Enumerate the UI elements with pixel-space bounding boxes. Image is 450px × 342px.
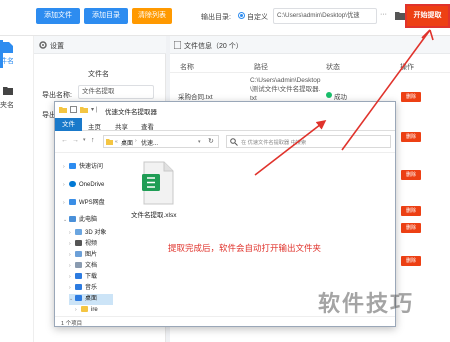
explorer-sidebar: › 快速访问 › OneDrive › WPS网盘 ⌄ 此电脑 › 3D 对象 › 视频 ›… [55, 153, 113, 316]
download-icon [75, 273, 82, 280]
address-dropdown-icon[interactable]: ▾ [198, 139, 201, 145]
custom-label: 自定义 [247, 14, 268, 21]
explorer-title: 优速文件名提取器 [105, 109, 157, 116]
delete-button[interactable]: 删除 [401, 223, 421, 233]
music-icon [75, 284, 82, 291]
crumb-separator: › [135, 138, 137, 144]
sidebar-item-music[interactable]: › 音乐 [69, 283, 97, 294]
export-name-label: 导出名称: [42, 92, 72, 99]
row-status: 成功 [334, 94, 347, 101]
sidebar-item-downloads[interactable]: › 下载 [69, 272, 97, 283]
watermark: 软件技巧 [318, 291, 415, 316]
crumb-desktop[interactable]: 桌面 [121, 138, 133, 147]
checkbox-icon [70, 106, 77, 113]
refresh-icon[interactable]: ↻ [208, 137, 214, 145]
success-icon [326, 92, 332, 98]
settings-title: 设置 [50, 43, 64, 50]
nav-item-file[interactable]: 件名 [0, 56, 14, 66]
tab-view[interactable]: 查看 [141, 121, 154, 131]
clear-list-button[interactable]: 清除列表 [132, 8, 172, 24]
top-toolbar: 添加文件 添加目录 清除列表 输出目录: 自定义 C:\Users\admin\… [0, 0, 450, 36]
tab-home[interactable]: 主页 [88, 121, 101, 131]
computer-icon [69, 216, 76, 223]
row-name: 采购合同.txt [178, 94, 213, 101]
item-count: 1 个项目 [61, 321, 83, 327]
tab-file[interactable]: 文件 [55, 118, 82, 131]
document-icon [75, 262, 82, 269]
column-header-actions: 操作 [400, 64, 414, 71]
file-name-label[interactable]: 文件名提取.xlsx [131, 209, 177, 219]
search-placeholder: 在 优速文件名提取器 中搜索 [241, 140, 307, 146]
folder-small-icon [80, 106, 88, 113]
explorer-titlebar: ▾ | 优速文件名提取器 [55, 102, 395, 118]
sidebar-item-ire[interactable]: › ire [75, 305, 98, 316]
column-header-name: 名称 [180, 64, 194, 71]
cloud-drive-icon [69, 199, 76, 206]
cube-icon [75, 229, 82, 236]
annotation-text: 提取完成后，软件会自动打开输出文件夹 [168, 243, 322, 253]
delete-button[interactable]: 删除 [401, 206, 421, 216]
cloud-icon [69, 181, 76, 188]
filename-section-title: 文件名 [88, 71, 109, 78]
up-arrow-icon[interactable]: ↑ [91, 137, 95, 144]
output-path-input[interactable]: C:\Users\admin\Desktop\优速 [273, 8, 377, 24]
column-header-path: 路径 [254, 64, 268, 71]
file-list-header: 文件信息（20 个） [170, 36, 450, 54]
delete-button[interactable]: 删除 [401, 132, 421, 142]
sidebar-item-video[interactable]: › 视频 [69, 239, 97, 250]
start-extract-button[interactable]: 开始提取 [405, 4, 450, 28]
add-dir-button[interactable]: 添加目录 [84, 8, 128, 24]
delete-button[interactable]: 删除 [401, 170, 421, 180]
ribbon-tabs: 文件 主页 共享 查看 [55, 118, 395, 131]
nav-item-folder[interactable]: 夹名 [0, 100, 14, 110]
forward-arrow-icon[interactable]: → [72, 137, 79, 144]
doc-icon [174, 41, 181, 49]
sidebar-item-desktop[interactable]: ⌄ 桌面 [69, 294, 113, 305]
folder-nav-icon [3, 86, 13, 95]
tab-share[interactable]: 共享 [115, 121, 128, 131]
sidebar-item-3d[interactable]: › 3D 对象 [69, 228, 106, 239]
sidebar-item-pictures[interactable]: › 图片 [69, 250, 97, 261]
delete-button[interactable]: 删除 [401, 92, 421, 102]
sidebar-item-quick-access[interactable]: › 快速访问 [63, 162, 103, 173]
folder-icon [81, 306, 88, 313]
star-icon [69, 163, 76, 170]
sidebar-item-wps[interactable]: › WPS网盘 [63, 198, 105, 209]
folder-icon[interactable] [395, 11, 405, 20]
search-icon [230, 138, 238, 146]
file-icon [3, 42, 13, 53]
gear-icon [39, 41, 47, 49]
more-button[interactable]: ··· [380, 11, 387, 18]
row-path: C:\Users\admin\Desktop\测试文件\文件名提取器.txt [250, 77, 321, 102]
history-dropdown-icon[interactable]: ▾ [83, 137, 86, 143]
header-divider [170, 72, 450, 73]
delete-button[interactable]: 删除 [401, 256, 421, 266]
back-arrow-icon[interactable]: ← [61, 137, 68, 144]
folder-small-icon [106, 138, 113, 145]
sidebar-item-documents[interactable]: › 文档 [69, 261, 97, 272]
add-file-button[interactable]: 添加文件 [36, 8, 80, 24]
desktop-icon [75, 295, 82, 302]
quick-access-dropdown[interactable]: ▾ | [91, 106, 97, 113]
custom-radio[interactable] [238, 12, 245, 19]
explorer-search-input[interactable]: 在 优速文件名提取器 中搜索 [226, 135, 391, 148]
sidebar-item-onedrive[interactable]: › OneDrive [63, 180, 104, 191]
crumb-current[interactable]: 优速... [141, 138, 158, 147]
export-name-input[interactable]: 文件名提取 [78, 85, 154, 99]
folder-small-icon [59, 106, 67, 113]
picture-icon [75, 251, 82, 258]
video-icon [75, 240, 82, 247]
file-list-title: 文件信息（20 个） [184, 43, 243, 50]
settings-header: 设置 [34, 36, 166, 54]
crumb-separator: « [115, 139, 118, 145]
sidebar-item-this-pc[interactable]: ⌄ 此电脑 [63, 215, 97, 226]
address-bar[interactable]: « 桌面 › 优速... ▾ ↻ [103, 135, 219, 148]
output-dir-label: 输出目录: [201, 14, 231, 21]
address-bar-row: ← → ▾ ↑ « 桌面 › 优速... ▾ ↻ 在 优速文件名提取器 中搜索 [55, 131, 395, 153]
column-header-status: 状态 [326, 64, 340, 71]
left-nav: 件名 夹名 [0, 36, 34, 342]
excel-file-icon[interactable] [139, 160, 177, 206]
